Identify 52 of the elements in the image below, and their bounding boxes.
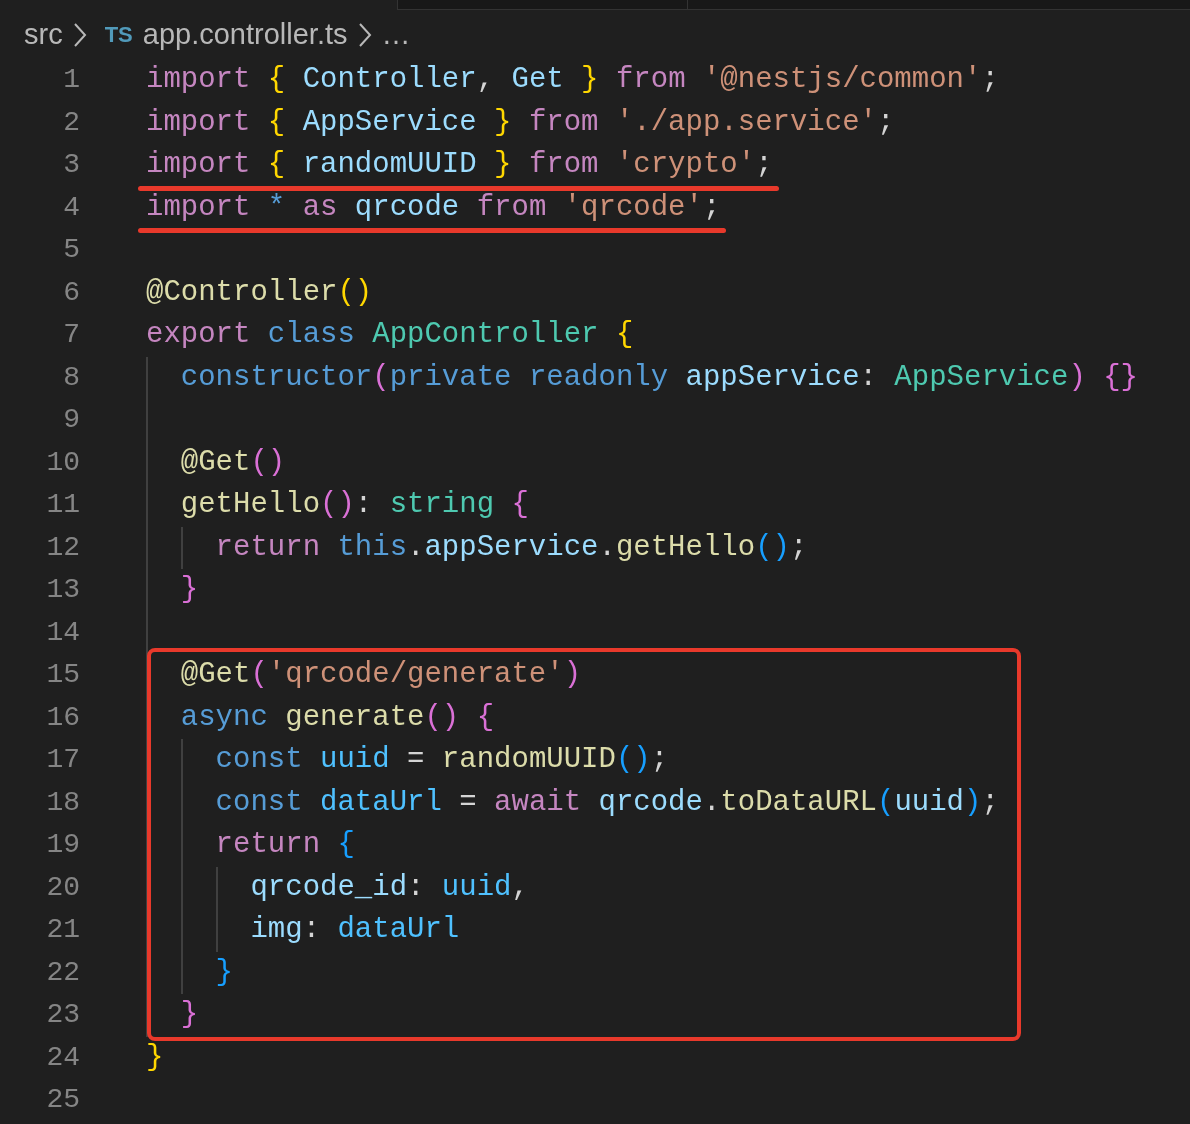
line-number: 15: [45, 658, 80, 692]
breadcrumb-more[interactable]: …: [381, 12, 411, 57]
code-line: }: [179, 572, 199, 608]
code-line: import { AppService } from './app.service';: [146, 104, 895, 141]
line-number: 1: [62, 63, 80, 97]
code-line: const uuid = randomUUID();: [214, 742, 669, 778]
code-line: @Controller(): [146, 274, 373, 311]
line-number: 2: [62, 105, 80, 140]
line-number: 24: [45, 1040, 80, 1075]
line-number: 6: [62, 275, 80, 310]
line-number: 22: [45, 955, 80, 990]
code-line: import * as qrcode from 'qrcode';: [146, 186, 721, 229]
line-number: 12: [45, 530, 80, 565]
line-number: 11: [45, 488, 80, 522]
line-number: 17: [45, 743, 80, 777]
code-line: }: [179, 997, 199, 1033]
code-line: return this.appService.getHello();: [214, 529, 808, 566]
code-line: const dataUrl = await qrcode.toDataURL(uuid);: [214, 784, 999, 821]
line-number: 14: [45, 615, 80, 650]
code-line: return {: [214, 827, 355, 863]
line-number: 23: [45, 998, 80, 1032]
line-number: 7: [62, 318, 80, 352]
line-number: 19: [45, 828, 80, 862]
breadcrumb-folder[interactable]: src: [24, 12, 63, 57]
line-number: 8: [62, 360, 80, 395]
line-number: 9: [62, 403, 80, 437]
breadcrumb-file[interactable]: app.controller.ts: [142, 12, 348, 57]
code-line: import { randomUUID } from 'crypto';: [146, 144, 773, 187]
code-line: img: dataUrl: [249, 912, 460, 948]
code-line: qrcode_id: uuid,: [249, 869, 529, 906]
code-line: export class AppController {: [146, 317, 634, 353]
code-line: async generate() {: [179, 699, 495, 736]
code-line: @Get('qrcode/generate'): [179, 657, 582, 693]
line-number: 25: [45, 1083, 80, 1117]
line-number: 20: [45, 870, 80, 905]
line-number: 4: [62, 190, 80, 225]
line-number: 10: [45, 445, 80, 480]
code-line: @Get(): [179, 444, 286, 481]
code-line: }: [146, 1039, 164, 1076]
line-number: 16: [45, 700, 80, 735]
code-line: }: [214, 954, 233, 991]
code-line: constructor(private readonly appService: AppService) {}: [179, 359, 1139, 396]
chevron-icon: [72, 21, 87, 48]
line-number: 21: [45, 913, 80, 947]
line-number: 3: [62, 148, 80, 182]
line-number: 13: [45, 573, 80, 607]
chevron-icon: [357, 21, 372, 48]
code-line: getHello(): string {: [179, 487, 529, 523]
file-type-label: TS: [104, 21, 133, 49]
line-number: 5: [62, 233, 80, 267]
code-line: import { Controller, Get } from '@nestjs/common';: [146, 62, 999, 98]
line-number: 18: [45, 785, 80, 820]
